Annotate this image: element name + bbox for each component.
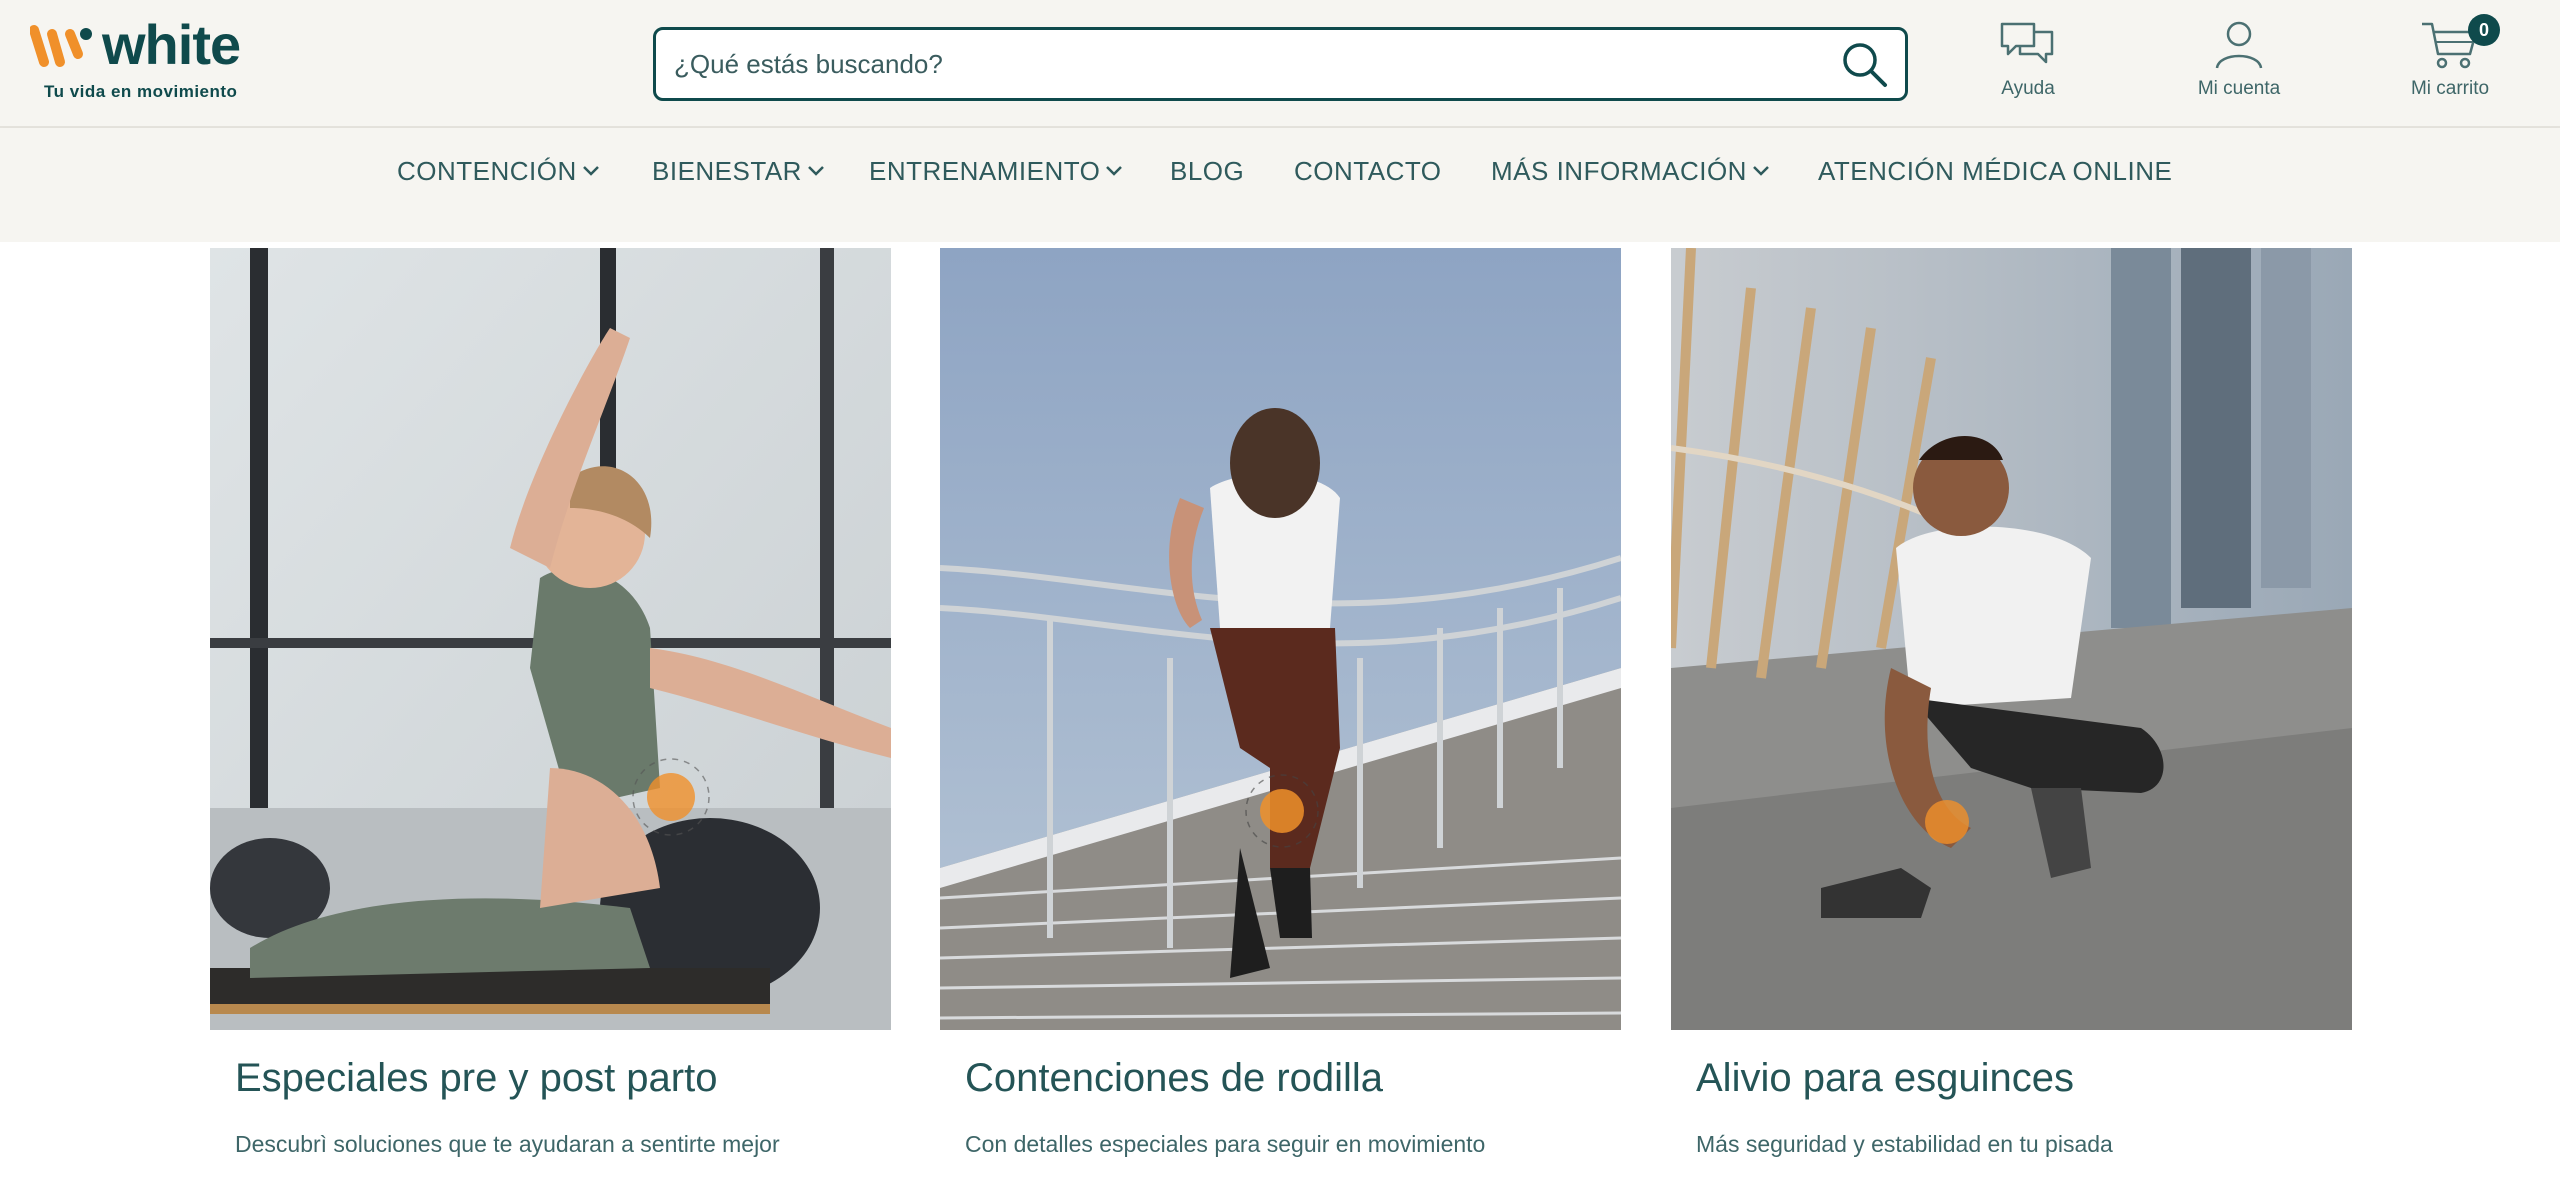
man-tying-shoe-photo [1671, 248, 2352, 1030]
woman-running-up-stairs-photo [940, 248, 1621, 1030]
category-card-pre-post-parto[interactable]: Especiales pre y post parto Descubrì sol… [210, 248, 891, 1200]
card-description: Más seguridad y estabilidad en tu pisada [1696, 1131, 2113, 1157]
nav-item-atencion-medica-online[interactable]: ATENCIÓN MÉDICA ONLINE [1818, 156, 2172, 187]
nav-item-label: BLOG [1170, 156, 1245, 186]
cart-link[interactable]: 0 Mi carrito [2380, 14, 2520, 110]
help-label: Ayuda [2001, 78, 2055, 99]
nav-item-label: MÁS INFORMACIÓN [1491, 156, 1747, 186]
nav-item-label: ATENCIÓN MÉDICA ONLINE [1818, 156, 2173, 186]
logo-mark-icon [30, 25, 92, 67]
category-card-contenciones-rodilla[interactable]: Contenciones de rodilla Con detalles esp… [940, 248, 1621, 1200]
logo-tagline: Tu vida en movimiento [44, 82, 238, 101]
account-label: Mi cuenta [2197, 78, 2281, 99]
nav-item-label: ENTRENAMIENTO [869, 156, 1101, 186]
chevron-down-icon [1106, 166, 1123, 176]
nav-item-label: CONTENCIÓN [397, 156, 577, 186]
pregnant-woman-stretching-photo [210, 248, 891, 1030]
brand-logo[interactable]: white Tu vida en movimiento [30, 13, 270, 108]
search-icon [1843, 43, 1887, 87]
card-description: Con detalles especiales para seguir en m… [965, 1131, 1486, 1157]
cart-label: Mi carrito [2410, 78, 2490, 99]
nav-item-contacto[interactable]: CONTACTO [1294, 156, 1441, 187]
search-input[interactable] [674, 30, 1824, 98]
search-button[interactable] [1839, 39, 1891, 91]
search-bar [653, 27, 1908, 101]
card-description: Descubrì soluciones que te ayudaran a se… [235, 1131, 780, 1157]
category-card-alivio-esguinces[interactable]: Alivio para esguinces Más seguridad y es… [1671, 248, 2352, 1200]
account-link[interactable]: Mi cuenta [2169, 18, 2309, 110]
user-icon [2215, 21, 2263, 69]
card-title: Alivio para esguinces [1696, 1056, 2074, 1100]
nav-item-label: CONTACTO [1294, 156, 1442, 186]
nav-item-entrenamiento[interactable]: ENTRENAMIENTO [869, 156, 1123, 187]
site-header: white Tu vida en movimiento Ayuda Mi cue… [0, 0, 2560, 128]
main-nav: CONTENCIÓN BIENESTAR ENTRENAMIENTO BLOG … [0, 128, 2560, 214]
chat-bubbles-icon [2000, 22, 2054, 64]
help-link[interactable]: Ayuda [1958, 18, 2098, 110]
nav-subbar [0, 214, 2560, 242]
cart-count-badge: 0 [2468, 14, 2500, 46]
chevron-down-icon [808, 166, 824, 176]
card-title: Especiales pre y post parto [235, 1056, 718, 1100]
card-title: Contenciones de rodilla [965, 1056, 1384, 1100]
nav-item-mas-informacion[interactable]: MÁS INFORMACIÓN [1491, 156, 1770, 187]
nav-item-label: BIENESTAR [652, 156, 802, 186]
nav-item-bienestar[interactable]: BIENESTAR [652, 156, 825, 187]
chevron-down-icon [582, 166, 599, 176]
chevron-down-icon [1753, 166, 1769, 176]
nav-item-contencion[interactable]: CONTENCIÓN [397, 156, 600, 187]
nav-item-blog[interactable]: BLOG [1170, 156, 1244, 187]
logo-wordmark: white [102, 13, 241, 76]
